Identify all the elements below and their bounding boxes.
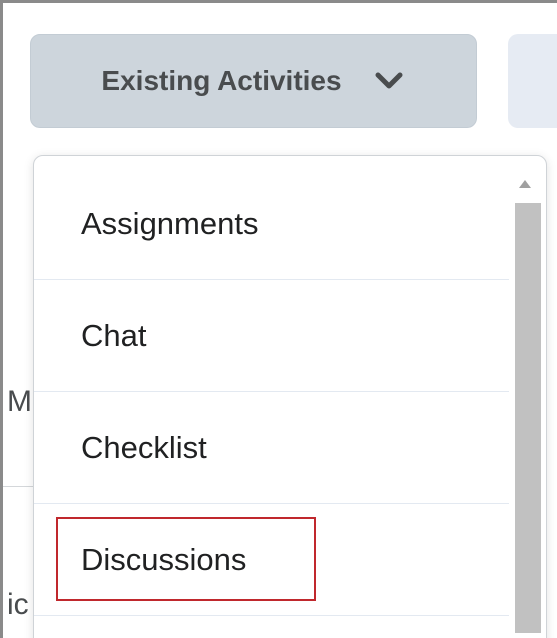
menu-item-discussions[interactable]: Discussions bbox=[34, 504, 509, 616]
menu-item-assignments[interactable]: Assignments bbox=[34, 168, 509, 280]
background-partial-text: ic bbox=[7, 588, 29, 621]
chevron-down-icon bbox=[372, 69, 406, 93]
secondary-toolbar-button[interactable] bbox=[508, 34, 557, 128]
existing-activities-button[interactable]: Existing Activities bbox=[30, 34, 477, 128]
scroll-up-arrow-icon[interactable] bbox=[519, 180, 531, 188]
existing-activities-dropdown: Assignments Chat Checklist Discussions bbox=[33, 155, 547, 638]
scrollbar-thumb[interactable] bbox=[515, 203, 541, 633]
menu-list: Assignments Chat Checklist Discussions bbox=[34, 168, 509, 616]
menu-item-chat[interactable]: Chat bbox=[34, 280, 509, 392]
app-frame: Existing Activities M ic Assignments Cha… bbox=[0, 0, 557, 638]
highlight-box bbox=[56, 517, 316, 601]
menu-item-label: Checklist bbox=[81, 429, 207, 465]
menu-item-checklist[interactable]: Checklist bbox=[34, 392, 509, 504]
existing-activities-label: Existing Activities bbox=[101, 65, 342, 96]
scrollbar[interactable] bbox=[512, 168, 546, 638]
menu-item-label: Chat bbox=[81, 317, 147, 353]
menu-item-label: Assignments bbox=[81, 205, 259, 241]
background-partial-text: M bbox=[7, 385, 32, 418]
